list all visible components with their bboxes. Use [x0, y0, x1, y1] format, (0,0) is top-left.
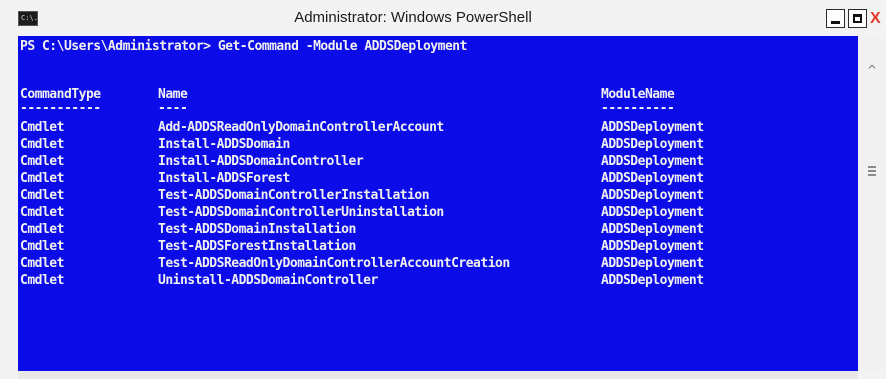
prompt-line: PS C:\Users\Administrator> Get-Command -… [20, 39, 467, 54]
underline-name: ---- [158, 101, 188, 116]
cell-commandtype: Cmdlet [20, 239, 64, 254]
cell-modulename: ADDSDeployment [601, 171, 704, 186]
maximize-button[interactable] [848, 9, 867, 28]
cell-modulename: ADDSDeployment [601, 120, 704, 135]
cell-commandtype: Cmdlet [20, 205, 64, 220]
cell-modulename: ADDSDeployment [601, 188, 704, 203]
scroll-up-icon[interactable]: ^ [858, 60, 886, 80]
cell-name: Test-ADDSForestInstallation [158, 239, 356, 254]
cell-commandtype: Cmdlet [20, 154, 64, 169]
cell-commandtype: Cmdlet [20, 120, 64, 135]
minimize-button[interactable] [826, 9, 845, 28]
console-bottom-edge [18, 371, 858, 379]
cell-modulename: ADDSDeployment [601, 273, 704, 288]
cell-modulename: ADDSDeployment [601, 154, 704, 169]
maximize-icon [853, 14, 862, 23]
cell-commandtype: Cmdlet [20, 188, 64, 203]
cell-modulename: ADDSDeployment [601, 256, 704, 271]
cell-modulename: ADDSDeployment [601, 222, 704, 237]
console-output[interactable]: PS C:\Users\Administrator> Get-Command -… [18, 36, 858, 371]
vertical-scrollbar[interactable]: ^ [858, 36, 886, 371]
cell-name: Add-ADDSReadOnlyDomainControllerAccount [158, 120, 444, 135]
cell-modulename: ADDSDeployment [601, 205, 704, 220]
close-button[interactable]: X [870, 9, 886, 28]
cell-name: Test-ADDSReadOnlyDomainControllerAccount… [158, 256, 510, 271]
cell-commandtype: Cmdlet [20, 137, 64, 152]
cell-commandtype: Cmdlet [20, 171, 64, 186]
cell-commandtype: Cmdlet [20, 273, 64, 288]
cell-name: Test-ADDSDomainControllerInstallation [158, 188, 430, 203]
cell-modulename: ADDSDeployment [601, 239, 704, 254]
window-title: Administrator: Windows PowerShell [294, 9, 532, 26]
underline-modulename: ---------- [601, 101, 675, 116]
cell-name: Install-ADDSDomainController [158, 154, 364, 169]
cell-name: Test-ADDSDomainControllerUninstallation [158, 205, 444, 220]
minimize-icon [831, 21, 840, 24]
cell-modulename: ADDSDeployment [601, 137, 704, 152]
cell-name: Uninstall-ADDSDomainController [158, 273, 378, 288]
cell-commandtype: Cmdlet [20, 222, 64, 237]
powershell-window: C:\. Administrator: Windows PowerShell X… [0, 0, 886, 379]
title-bar[interactable]: C:\. Administrator: Windows PowerShell X [0, 0, 886, 36]
cell-name: Install-ADDSForest [158, 171, 290, 186]
underline-commandtype: ----------- [20, 101, 101, 116]
cell-name: Install-ADDSDomain [158, 137, 290, 152]
cell-commandtype: Cmdlet [20, 256, 64, 271]
cell-name: Test-ADDSDomainInstallation [158, 222, 356, 237]
scroll-grip-icon[interactable] [868, 166, 876, 176]
